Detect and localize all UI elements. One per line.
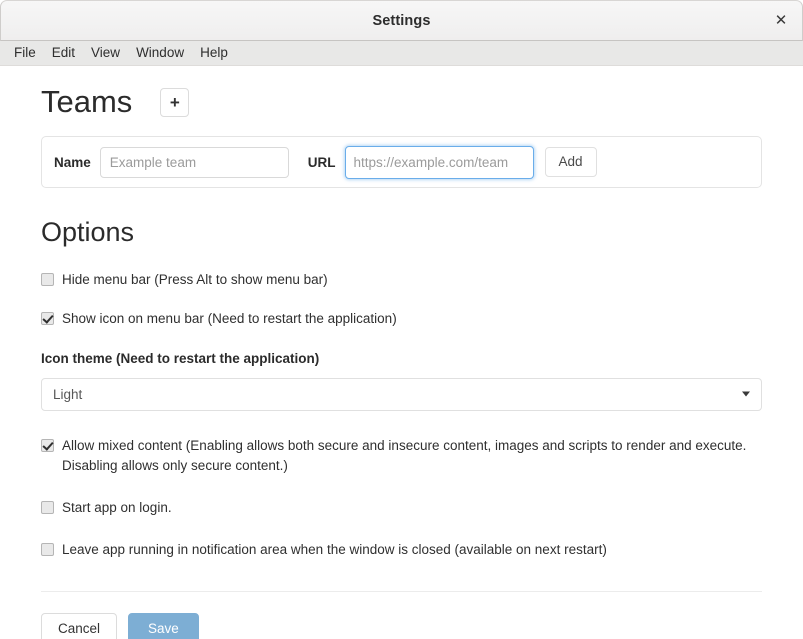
settings-content: Teams + Name URL Add Options Hide menu b… <box>0 66 803 639</box>
menu-item-edit[interactable]: Edit <box>44 44 83 62</box>
icon-theme-select[interactable]: Light <box>41 377 762 411</box>
option-label-start-app-on-login: Start app on login. <box>62 499 172 515</box>
menu-item-file[interactable]: File <box>6 44 44 62</box>
footer-buttons: Cancel Save <box>41 612 762 639</box>
option-label-hide-menu-bar: Hide menu bar (Press Alt to show menu ba… <box>62 271 328 287</box>
checkbox-hide-menu-bar[interactable] <box>41 272 54 286</box>
add-team-submit-button[interactable]: Add <box>544 147 597 178</box>
team-url-input[interactable] <box>344 145 534 179</box>
option-label-show-icon-on-menu-bar: Show icon on menu bar (Need to restart t… <box>62 310 397 326</box>
checkbox-start-app-on-login[interactable] <box>41 500 54 514</box>
teams-header: Teams + <box>41 66 762 119</box>
option-row-leave-app-running[interactable]: Leave app running in notification area w… <box>41 540 762 560</box>
window-title: Settings <box>372 12 431 29</box>
option-row-allow-mixed-content[interactable]: Allow mixed content (Enabling allows bot… <box>41 436 762 476</box>
option-label-allow-mixed-content: Allow mixed content (Enabling allows bot… <box>62 437 747 473</box>
menu-item-view[interactable]: View <box>83 44 128 62</box>
menu-bar: File Edit View Window Help <box>0 41 803 66</box>
checkbox-allow-mixed-content[interactable] <box>41 438 54 452</box>
option-row-show-icon-on-menu-bar[interactable]: Show icon on menu bar (Need to restart t… <box>41 309 762 329</box>
close-icon[interactable]: ✕ <box>768 8 794 34</box>
chevron-down-icon <box>742 391 750 397</box>
team-url-label: URL <box>307 154 336 170</box>
team-name-label: Name <box>54 154 91 170</box>
option-label-leave-app-running: Leave app running in notification area w… <box>62 541 607 557</box>
cancel-button[interactable]: Cancel <box>41 612 118 639</box>
plus-icon: + <box>169 92 180 112</box>
option-row-hide-menu-bar[interactable]: Hide menu bar (Press Alt to show menu ba… <box>41 270 762 290</box>
icon-theme-value: Light <box>53 386 83 402</box>
teams-title: Teams <box>41 84 133 119</box>
save-button[interactable]: Save <box>128 612 199 639</box>
option-row-start-app-on-login[interactable]: Start app on login. <box>41 498 762 518</box>
options-title: Options <box>41 217 135 248</box>
title-bar: Settings ✕ <box>0 0 803 41</box>
add-team-button[interactable]: + <box>160 87 190 117</box>
checkbox-show-icon-on-menu-bar[interactable] <box>41 311 54 325</box>
menu-item-window[interactable]: Window <box>128 44 192 62</box>
team-form-panel: Name URL Add <box>41 136 762 189</box>
footer-divider <box>41 590 762 592</box>
icon-theme-label: Icon theme (Need to restart the applicat… <box>41 350 320 366</box>
checkbox-leave-app-running[interactable] <box>41 542 54 556</box>
team-name-input[interactable] <box>99 146 289 178</box>
menu-item-help[interactable]: Help <box>192 44 236 62</box>
settings-window: Settings ✕ File Edit View Window Help Te… <box>0 0 803 639</box>
